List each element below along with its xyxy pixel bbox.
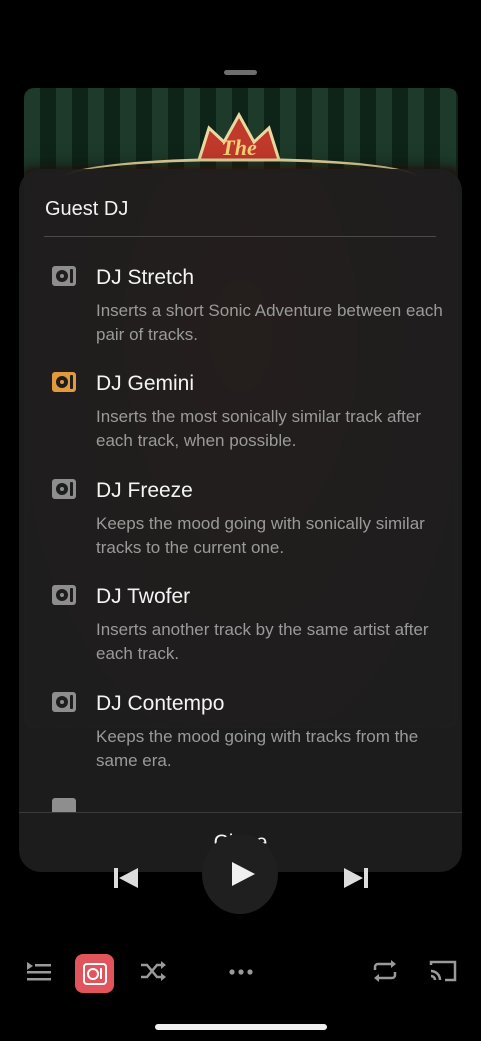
transport-controls [0,834,481,922]
more-icon[interactable] [228,957,254,985]
dj-turntable-icon [52,798,76,812]
next-icon[interactable] [340,864,372,892]
dj-name: DJ Stretch [96,266,195,289]
dj-item-partial[interactable] [19,768,462,812]
play-icon [232,862,255,886]
artwork-text: The [221,135,257,160]
dj-name: DJ Twofer [96,585,191,608]
queue-icon[interactable] [25,957,53,985]
previous-icon[interactable] [110,864,142,892]
dj-name: DJ Freeze [96,479,193,502]
dj-item-freeze[interactable]: DJ Freeze Keeps the mood going with soni… [19,449,462,557]
dj-description: Keeps the mood going with tracks from th… [96,727,419,770]
home-indicator[interactable] [155,1024,327,1030]
guest-dj-sheet: Guest DJ DJ Stretch Inserts a short Soni… [19,169,462,872]
sheet-grabber[interactable] [224,70,257,75]
bottom-toolbar [0,952,481,996]
repeat-icon[interactable] [371,957,399,985]
artwork-crown: The [196,111,282,162]
dj-name: DJ Gemini [96,372,195,395]
dj-turntable-icon [52,266,76,286]
guest-dj-button[interactable] [75,954,114,993]
dj-turntable-icon [52,692,76,712]
dj-description: Keeps the mood going with sonically simi… [96,514,425,557]
dj-item-twofer[interactable]: DJ Twofer Inserts another track by the s… [19,555,462,663]
dj-item-gemini[interactable]: DJ Gemini Inserts the most sonically sim… [19,342,462,450]
shuffle-icon[interactable] [139,957,167,985]
dj-description: Inserts the most sonically similar track… [96,407,421,450]
dj-description: Inserts another track by the same artist… [96,620,429,663]
dj-list[interactable]: DJ Stretch Inserts a short Sonic Adventu… [19,236,462,812]
dj-item-stretch[interactable]: DJ Stretch Inserts a short Sonic Adventu… [19,236,462,344]
guest-dj-icon [83,963,107,985]
dj-turntable-icon [52,585,76,605]
dj-turntable-icon [52,372,76,392]
dj-item-contempo[interactable]: DJ Contempo Keeps the mood going with tr… [19,662,462,770]
dj-turntable-icon [52,479,76,499]
sheet-title: Guest DJ [45,198,129,220]
dj-name: DJ Contempo [96,692,225,715]
dj-description: Inserts a short Sonic Adventure between … [96,301,443,344]
play-button[interactable] [202,834,278,914]
cast-icon[interactable] [428,957,458,985]
